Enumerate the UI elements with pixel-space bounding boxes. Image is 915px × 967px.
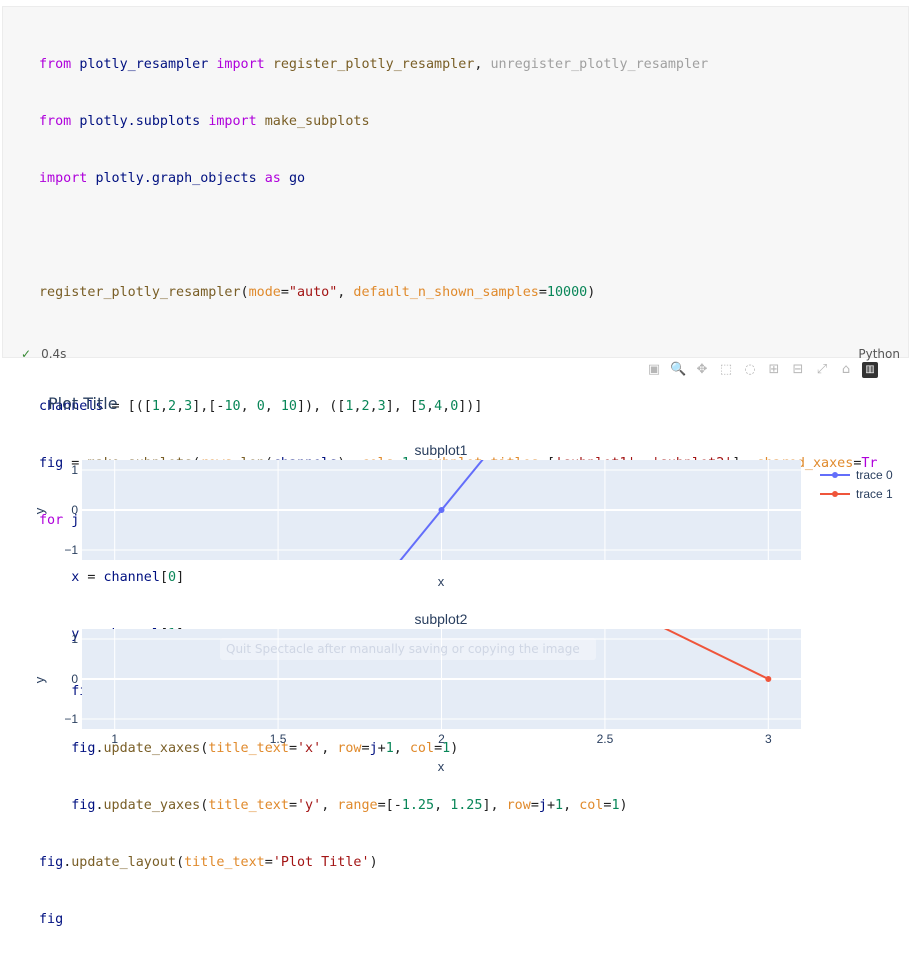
data-point[interactable] xyxy=(438,507,445,513)
subplot1-ylabel: y xyxy=(32,507,47,514)
data-point[interactable] xyxy=(765,676,772,682)
x-tick-label: 3 xyxy=(765,732,772,746)
x-tick-label: 2 xyxy=(438,732,445,746)
legend-item-trace0[interactable]: trace 0 xyxy=(856,468,893,482)
x-tick-label: 1 xyxy=(111,732,118,746)
plot-svg[interactable]: 1 0 −1 subplot1 x y 1 0 −1 subplot2 x y 1 1.5… xyxy=(0,0,915,791)
subplot2-ylabel: y xyxy=(32,676,47,683)
subplot1-xlabel: x xyxy=(438,574,445,589)
subplot2-title: subplot2 xyxy=(415,611,468,627)
code-line: fig.update_yaxes(title_text='y', range=[… xyxy=(71,798,628,813)
legend-trace1-marker xyxy=(832,491,838,497)
code-line: fig.update_layout(title_text='Plot Title… xyxy=(39,855,378,870)
legend[interactable]: trace 0 trace 1 xyxy=(820,468,893,501)
y-tick-label: 0 xyxy=(71,672,78,686)
y-tick-label: 1 xyxy=(71,632,78,646)
y-tick-label: 1 xyxy=(71,463,78,477)
data-point[interactable] xyxy=(765,107,771,113)
screenshot-tool-overlay: Quit Spectacle after manually saving or … xyxy=(220,638,596,660)
x-tick-label: 1.5 xyxy=(270,732,287,746)
code-line: fig xyxy=(39,912,64,927)
x-tick-labels: 1 1.5 2 2.5 3 xyxy=(111,732,772,746)
subplot1-title: subplot1 xyxy=(415,442,468,458)
y-tick-label: −1 xyxy=(64,543,78,557)
subplot2-xlabel: x xyxy=(438,759,445,774)
legend-trace0-marker xyxy=(832,472,838,478)
y-tick-label: 0 xyxy=(71,503,78,517)
legend-item-trace1[interactable]: trace 1 xyxy=(856,487,893,501)
y-tick-label: −1 xyxy=(64,712,78,726)
x-tick-label: 2.5 xyxy=(597,732,614,746)
